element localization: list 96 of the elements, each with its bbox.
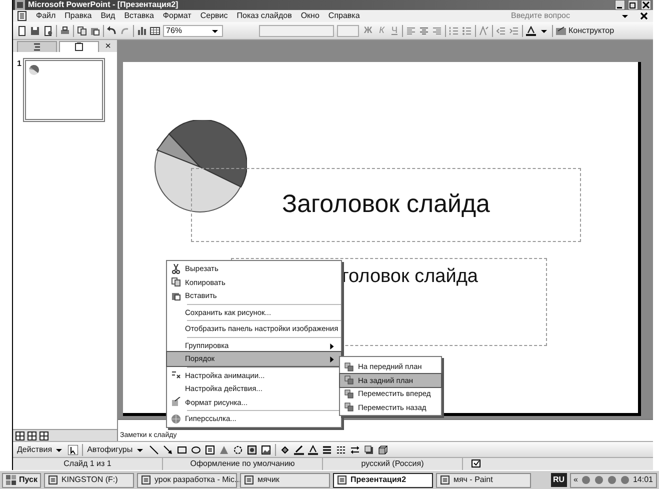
send-to-back-icon: [344, 375, 354, 386]
arrow-icon[interactable]: [162, 444, 173, 454]
numbered-list-icon[interactable]: [449, 26, 460, 36]
slide-thumbnail[interactable]: [23, 58, 106, 122]
windows-logo-icon: [6, 475, 16, 485]
document-icon: [141, 475, 152, 485]
taskbar-button[interactable]: Презентация2: [333, 472, 434, 488]
diagram-icon[interactable]: [232, 444, 243, 454]
status-text: Оформление по умолчанию: [190, 459, 295, 468]
bring-to-front-icon: [344, 362, 354, 372]
design-icon: [556, 26, 566, 36]
title-placeholder[interactable]: Заголовок слайда: [191, 168, 581, 242]
menu-item[interactable]: Вставка: [124, 10, 154, 22]
paste-icon[interactable]: [90, 26, 100, 36]
sorter-view-icon[interactable]: [27, 430, 37, 440]
menu-item[interactable]: Показ слайдов: [236, 10, 292, 22]
show-hidden-icons-button[interactable]: «: [574, 474, 578, 486]
actions-menu[interactable]: Действия: [17, 444, 64, 456]
zoom-field[interactable]: 76%: [163, 24, 223, 36]
app-icon: [15, 0, 25, 10]
wordart-icon[interactable]: [218, 444, 229, 454]
shadow-icon[interactable]: [364, 444, 374, 454]
increase-indent-icon[interactable]: [509, 26, 520, 36]
restore-icon[interactable]: [628, 0, 638, 10]
pointer-icon[interactable]: [68, 444, 78, 454]
copy-icon[interactable]: [77, 26, 87, 36]
show-view-icon[interactable]: [39, 430, 49, 440]
align-center-icon[interactable]: [419, 26, 430, 36]
pie-thumbnail-icon: [29, 64, 40, 75]
permission-icon[interactable]: [43, 26, 53, 36]
align-left-icon[interactable]: [406, 26, 416, 36]
decrease-indent-icon[interactable]: [496, 26, 506, 36]
bullet-list-icon[interactable]: [462, 26, 472, 36]
bring-forward-icon: [344, 388, 354, 399]
align-right-icon[interactable]: [432, 26, 442, 36]
line-color-icon[interactable]: [294, 444, 304, 454]
scissors-icon: [171, 264, 181, 274]
menu-item[interactable]: Сервис: [200, 10, 228, 22]
animation-icon: [171, 370, 181, 380]
font-size-field[interactable]: [337, 24, 359, 36]
taskbar-button[interactable]: мячик: [240, 472, 330, 488]
taskbar-button[interactable]: KINGSTON (F:): [44, 472, 134, 488]
help-search-field[interactable]: Введите вопрос: [511, 11, 611, 21]
3d-style-icon[interactable]: [378, 444, 388, 454]
print-icon[interactable]: [60, 26, 70, 36]
save-icon[interactable]: [30, 26, 40, 36]
font-color-icon[interactable]: [308, 444, 318, 454]
dash-style-icon[interactable]: [336, 444, 346, 454]
chart-icon[interactable]: [137, 26, 147, 36]
arrow-style-icon[interactable]: [350, 444, 360, 454]
new-page-icon[interactable]: [17, 26, 27, 36]
font-field[interactable]: [259, 24, 334, 36]
image-icon[interactable]: [260, 444, 271, 454]
normal-view-icon[interactable]: [15, 430, 25, 440]
clock-text: 14:01: [632, 474, 653, 486]
rectangle-icon[interactable]: [176, 444, 187, 454]
menu-item[interactable]: Вид: [100, 10, 116, 22]
slide-number: 1: [17, 58, 22, 70]
document-icon[interactable]: [17, 11, 27, 21]
send-backward-icon: [344, 402, 354, 412]
menu-item[interactable]: Окно: [300, 10, 320, 22]
table-icon[interactable]: [150, 26, 160, 36]
minimize-icon[interactable]: [615, 0, 625, 10]
line-icon[interactable]: [148, 444, 159, 454]
close-icon[interactable]: [639, 11, 649, 21]
line-style-icon[interactable]: [322, 444, 332, 454]
menu-item[interactable]: Формат: [162, 10, 192, 22]
spellcheck-icon: [471, 459, 481, 469]
menu-item[interactable]: Правка: [64, 10, 92, 22]
outline-icon: [32, 42, 42, 52]
globe-icon: [171, 414, 181, 424]
design-button[interactable]: Конструктор: [556, 24, 614, 36]
copy-icon: [171, 277, 181, 288]
undo-icon[interactable]: [107, 26, 117, 36]
slides-tab[interactable]: [59, 41, 99, 52]
outline-tab[interactable]: [17, 41, 57, 52]
ellipse-icon[interactable]: [190, 444, 201, 454]
status-text: русский (Россия): [361, 459, 424, 468]
textbox-icon[interactable]: [204, 444, 215, 454]
menu-item[interactable]: Справка: [328, 10, 360, 22]
paste-icon: [171, 290, 181, 301]
taskbar-button[interactable]: урок разработка - Mic...: [137, 472, 238, 488]
autoshapes-menu[interactable]: Автофигуры: [87, 444, 145, 456]
font-size-up-icon[interactable]: [479, 26, 490, 36]
taskbar-button[interactable]: мяч - Paint: [436, 472, 532, 488]
window-title: Microsoft PowerPoint - [Презентация2]: [28, 0, 180, 11]
start-button[interactable]: Пуск: [2, 472, 42, 488]
close-icon[interactable]: [641, 0, 651, 10]
language-indicator[interactable]: RU: [550, 473, 567, 487]
pie-chart[interactable]: [153, 120, 247, 214]
status-text: Слайд 1 из 1: [64, 459, 112, 468]
menu-item[interactable]: Файл: [36, 10, 56, 22]
fill-color-icon[interactable]: [280, 444, 290, 454]
close-button[interactable]: ×: [105, 41, 113, 52]
font-color-icon[interactable]: [526, 26, 536, 36]
format-picture-icon: [171, 397, 181, 408]
